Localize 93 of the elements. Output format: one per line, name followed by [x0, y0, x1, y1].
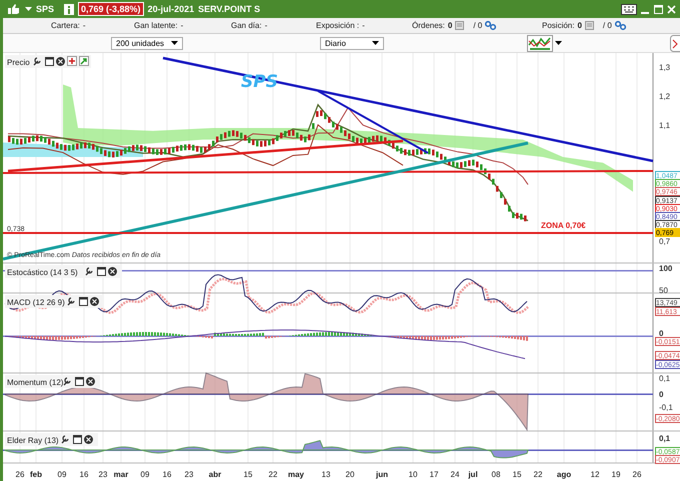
close-icon[interactable] [56, 57, 65, 66]
panel-title: MACD (12 26 9) [7, 298, 65, 307]
document-icon[interactable] [584, 21, 594, 30]
panel-title: Elder Ray (13) [7, 436, 59, 445]
date-axis-label: 13 [322, 470, 330, 479]
date-axis-label: 09 [58, 470, 66, 479]
caret-icon [372, 40, 379, 46]
date-axis-label: 15 [244, 470, 252, 479]
instrument-name: SERV.POINT S [198, 4, 260, 14]
date-axis-label: 24 [450, 470, 460, 479]
date-axis-label: 15 [512, 470, 522, 479]
date-axis-label: 16 [80, 470, 88, 479]
window-icon[interactable] [97, 267, 106, 276]
info-label: Exposición : [316, 21, 360, 30]
caret-icon[interactable] [555, 40, 562, 46]
close-icon[interactable] [84, 435, 93, 444]
axis-tick-label: -0,1 [659, 403, 673, 412]
date-axis-label: 26 [632, 470, 642, 479]
date-axis-label: may [288, 470, 304, 479]
panel-title: Precio [7, 58, 30, 67]
arrow-icon[interactable] [79, 56, 89, 66]
panel-title: Momentum (12) [7, 378, 64, 387]
axis-tick-label: 100 [659, 264, 672, 273]
wrench-icon[interactable] [85, 267, 93, 276]
gears-icon[interactable] [485, 21, 496, 30]
axis-tick-label: 1,2 [659, 92, 670, 101]
add-icon[interactable] [67, 56, 77, 66]
date-axis-label: 16 [162, 470, 172, 479]
info-label: Gan día: [231, 21, 262, 30]
info-label: Cartera: [51, 21, 80, 30]
axis-tick-label: 1,3 [659, 63, 670, 72]
info-value: - [82, 21, 86, 30]
wrench-icon[interactable] [67, 297, 75, 306]
indicator-chart-icon[interactable] [527, 34, 553, 52]
date-axis-label: 08 [492, 470, 500, 479]
info-label: Gan latente: [134, 21, 178, 30]
date-axis-label: 22 [534, 470, 542, 479]
info-value: 0 [577, 21, 582, 30]
date-axis-label: 23 [184, 470, 194, 479]
date-axis-label: ago [556, 470, 572, 479]
keyboard-icon[interactable] [621, 4, 637, 14]
info-icon[interactable] [64, 4, 74, 14]
close-icon[interactable] [90, 297, 99, 306]
gears-icon[interactable] [614, 21, 626, 30]
date-axis-label: mar [114, 470, 128, 479]
info-value: 0 [448, 21, 452, 30]
document-icon[interactable] [455, 21, 464, 30]
date-axis-label: 12 [590, 470, 600, 479]
info-label: Órdenes: [412, 21, 445, 30]
caret-icon [171, 40, 178, 46]
price-change-badge: 0,769 (-3,88%) [78, 2, 144, 16]
date-axis-label: jul [468, 470, 478, 479]
date-label: 20-jul-2021 [148, 4, 194, 14]
wrench-icon[interactable] [61, 435, 69, 444]
axis-tick-label: 0,7 [659, 237, 670, 246]
close-icon[interactable] [86, 377, 95, 386]
window-icon[interactable] [45, 57, 54, 66]
date-axis-label: 26 [16, 470, 24, 479]
panel-title: Estocástico (14 3 5) [7, 268, 78, 277]
info-total: / 0 [602, 21, 612, 30]
date-axis-label: 19 [612, 470, 620, 479]
info-label: Posición: [542, 21, 574, 30]
axis-tick-label: 0,1 [659, 374, 670, 383]
close-icon[interactable] [108, 267, 117, 276]
info-total: / 0 [473, 21, 482, 30]
date-axis-label: 10 [408, 470, 418, 479]
axis-tick-label: 0,1 [659, 434, 670, 443]
axis-tick-label: 1,1 [659, 121, 670, 130]
info-value: - [264, 21, 268, 30]
axis-tick-label: 0 [659, 390, 664, 399]
date-axis-label: abr [208, 470, 222, 479]
wrench-icon[interactable] [63, 377, 71, 386]
date-axis-label: 20 [346, 470, 354, 479]
symbol-label: SPS [36, 4, 54, 14]
date-axis-label: jun [376, 470, 388, 479]
period-dropdown[interactable]: Diario [320, 36, 384, 50]
axis-tick-label: 0 [659, 329, 664, 338]
quantity-dropdown[interactable]: 200 unidades [111, 36, 183, 50]
chart-annotation: SPS [241, 72, 278, 92]
axis-tick-label: 50 [659, 286, 668, 295]
wrench-icon[interactable] [33, 57, 41, 66]
info-value: - [180, 21, 184, 30]
date-axis-label: 23 [98, 470, 108, 479]
window-icon[interactable] [73, 435, 82, 444]
zone-label: ZONA 0,70€ [541, 221, 586, 230]
info-value: - [362, 21, 365, 30]
date-axis-label: 17 [430, 470, 438, 479]
date-axis-label: feb [30, 470, 42, 479]
window-icon[interactable] [75, 377, 84, 386]
maximize-icon[interactable] [654, 4, 663, 14]
window-icon[interactable] [79, 297, 88, 306]
date-axis-label: 09 [140, 470, 150, 479]
date-axis-label: 22 [268, 470, 278, 479]
